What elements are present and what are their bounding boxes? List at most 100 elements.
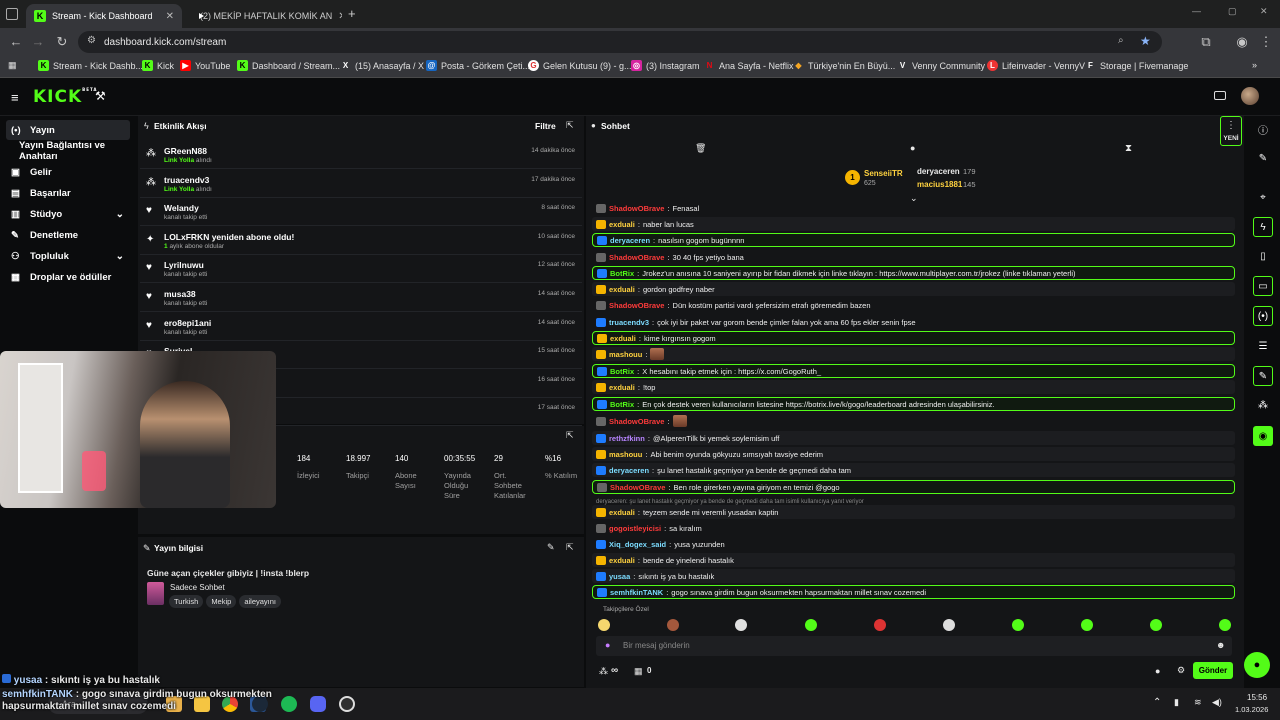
site-info-icon[interactable]: ⚙ [87,35,96,46]
chat-username[interactable]: exduali [610,334,636,343]
chat-message[interactable]: yusaa: sıkıntı iş ya bu hastalık [592,569,1235,583]
popout-icon[interactable]: ⇱ [566,430,574,441]
zoom-icon[interactable]: ⌕ [1118,35,1124,46]
activity-item[interactable]: ♥ Lyrilnuwu kanalı takip etti 12 saat önce [140,255,582,284]
popout-icon[interactable]: ⇱ [566,120,574,131]
kick-logo[interactable]: KICKBETA [33,87,97,107]
tab-search-icon[interactable] [6,8,18,20]
bookmark[interactable]: @ Posta - Görkem Çeti... [426,60,530,71]
emote-icon[interactable] [874,619,886,631]
chat-message[interactable]: ShadowOBrave:30 40 fps yetiyo bana [592,250,1235,264]
chat-message[interactable]: deryaceren: şu lanet hastalık geçmiyor ya… [592,463,1235,477]
avatar[interactable] [1241,87,1259,105]
emote-icon[interactable] [598,619,610,631]
sidebar-item-yayin[interactable]: (•) Yayın [6,120,130,140]
chat-message[interactable]: exduali: teyzem sende mi veremli yusadan … [592,505,1235,519]
forward-icon[interactable]: → [30,34,46,49]
sidebar-item-droplar[interactable]: ▦ Droplar ve ödüller [6,267,130,287]
emote-icon[interactable] [1081,619,1093,631]
support-chat-icon[interactable]: ● [1244,652,1270,678]
bookmark[interactable]: K Dashboard / Stream... [237,60,340,71]
gifter-name[interactable]: deryaceren [917,167,960,176]
chat-username[interactable]: mashouu [609,450,642,459]
apps-icon[interactable]: ▦ [8,60,17,71]
volume-icon[interactable]: ◀) [1212,697,1222,708]
mic-icon[interactable]: ● [605,640,610,650]
new-tab-icon[interactable]: + [348,6,356,21]
chat-message[interactable]: BotRix: Jrokez'un anısına 10 saniyeni ayı… [592,266,1235,280]
chat-message[interactable]: exduali: !top [592,380,1235,394]
back-icon[interactable]: ← [8,34,24,49]
activity-item[interactable]: ⁂ GReenN88 Link Yolla alındı 14 dakika önce [140,141,582,169]
emote-icon[interactable] [735,619,747,631]
new-feature-button[interactable]: ⋮ YENİ [1220,116,1242,146]
chat-message[interactable]: exduali: bende de yinelendi hastalık [592,553,1235,567]
chat-username[interactable]: mashouu [609,350,642,359]
chat-message[interactable]: ShadowOBrave: Ben role girerken yayına gi… [592,480,1235,494]
chat-username[interactable]: ShadowOBrave [610,483,665,492]
menu-dots-icon[interactable]: ⋮ [1258,34,1274,50]
chat-mode-icon[interactable]: ● [910,143,915,153]
chat-username[interactable]: exduali [609,556,635,565]
bookmark[interactable]: K Stream - Kick Dashb... [38,60,143,71]
activity-item[interactable]: ✦ LOLxFRKN yeniden abone oldu! 1 aylık abo… [140,227,582,255]
chat-message[interactable]: exduali: kime kırgınsın gogom [592,331,1235,345]
tag[interactable]: Mekip [206,595,237,608]
emote-icon[interactable] [805,619,817,631]
emote-icon[interactable] [1150,619,1162,631]
chat-message[interactable]: exduali: gordon godfrey naber [592,282,1235,296]
bookmark[interactable]: N Ana Sayfa - Netflix [704,60,794,71]
chat-username[interactable]: yusaa [609,572,630,581]
maximize-icon[interactable]: ▢ [1228,6,1237,17]
chat-input[interactable]: ● Bir mesaj gönderin ☻ [596,636,1232,656]
tab-kick-dashboard[interactable]: K Stream - Kick Dashboard ✕ [26,4,182,28]
gifter-name[interactable]: macius1881 [917,180,962,189]
trash-icon[interactable]: 🗑 [695,143,706,154]
chat-username[interactable]: BotRix [610,400,634,409]
chat-username[interactable]: ShadowOBrave [609,204,664,213]
chat-username[interactable]: deryaceren [609,466,649,475]
chat-message[interactable]: truacendv3: çok iyi bir paket var gorom b… [592,315,1235,329]
popout-icon[interactable]: ⇱ [566,542,574,553]
chat-bubble-icon[interactable]: ● [1155,666,1160,676]
lightning-icon[interactable]: ϟ [1253,217,1273,237]
sidebar-item-studyo[interactable]: ▥ Stüdyo ⌄ [6,204,130,224]
sidebar-item-basarilar[interactable]: ▤ Başarılar [6,183,130,203]
edit-icon[interactable]: ✎ [547,542,555,553]
tag[interactable]: Turkish [169,595,204,608]
minimize-icon[interactable]: — [1192,6,1201,16]
sidebar-item-gelir[interactable]: ▣ Gelir [6,162,130,182]
layers-icon[interactable]: ☰ [1253,336,1273,356]
chat-message[interactable]: semhfkinTANK: gogo sınava girdim bugun ok… [592,585,1235,599]
activity-item[interactable]: ♥ Welandy kanalı takip etti 8 saat önce [140,198,582,227]
chat-username[interactable]: Xiq_dogex_said [609,540,666,549]
bookmark[interactable]: G Gelen Kutusu (9) - g... [528,60,632,71]
info-icon[interactable]: ⓘ [1253,119,1273,139]
chat-username[interactable]: exduali [609,383,635,392]
sidebar-item-topluluk[interactable]: ⚇ Topluluk ⌄ [6,246,130,266]
app-icon[interactable]: ◉ [1253,426,1273,446]
reload-icon[interactable]: ↻ [54,34,70,50]
chat-username[interactable]: semhfkinTANK [610,588,663,597]
gift-icon[interactable]: ▦ [634,666,643,677]
emoji-icon[interactable]: ☻ [1216,640,1225,650]
chat-username[interactable]: exduali [609,285,635,294]
chat-username[interactable]: ShadowOBrave [609,253,664,262]
chat-icon[interactable]: ▭ [1253,276,1273,296]
bookmark[interactable]: F Storage | Fivemanage [1085,60,1188,71]
chat-username[interactable]: ShadowOBrave [609,417,664,426]
bookmark[interactable]: ◎ (3) Instagram [631,60,700,71]
hamburger-menu-icon[interactable]: ≡ [11,90,19,105]
chat-message[interactable]: rethzfkinn: @AlperenTilk bi yemek soylemi… [592,431,1235,445]
chat-username[interactable]: gogoistleyicisi [609,524,661,533]
send-button[interactable]: Gönder [1193,662,1233,679]
chat-message[interactable]: gogoistleyicisi: sa kıralım [592,521,1235,535]
activity-item[interactable]: ♥ musa38 kanalı takip etti 14 saat önce [140,284,582,312]
settings-gear-icon[interactable]: ⚙ [1177,665,1185,676]
hourglass-icon[interactable]: ⧗ [1125,143,1132,154]
chat-username[interactable]: ShadowOBrave [609,301,664,310]
url-input[interactable]: ⚙ dashboard.kick.com/stream ⌕ ★ [78,31,1162,53]
emote-icon[interactable] [667,619,679,631]
activity-item[interactable]: ♥ ero8epi1ani kanalı takip etti 14 saat ön… [140,313,582,341]
chat-message[interactable]: mashouu: Abi benim oyunda gökyuzu sımsıya… [592,447,1235,461]
